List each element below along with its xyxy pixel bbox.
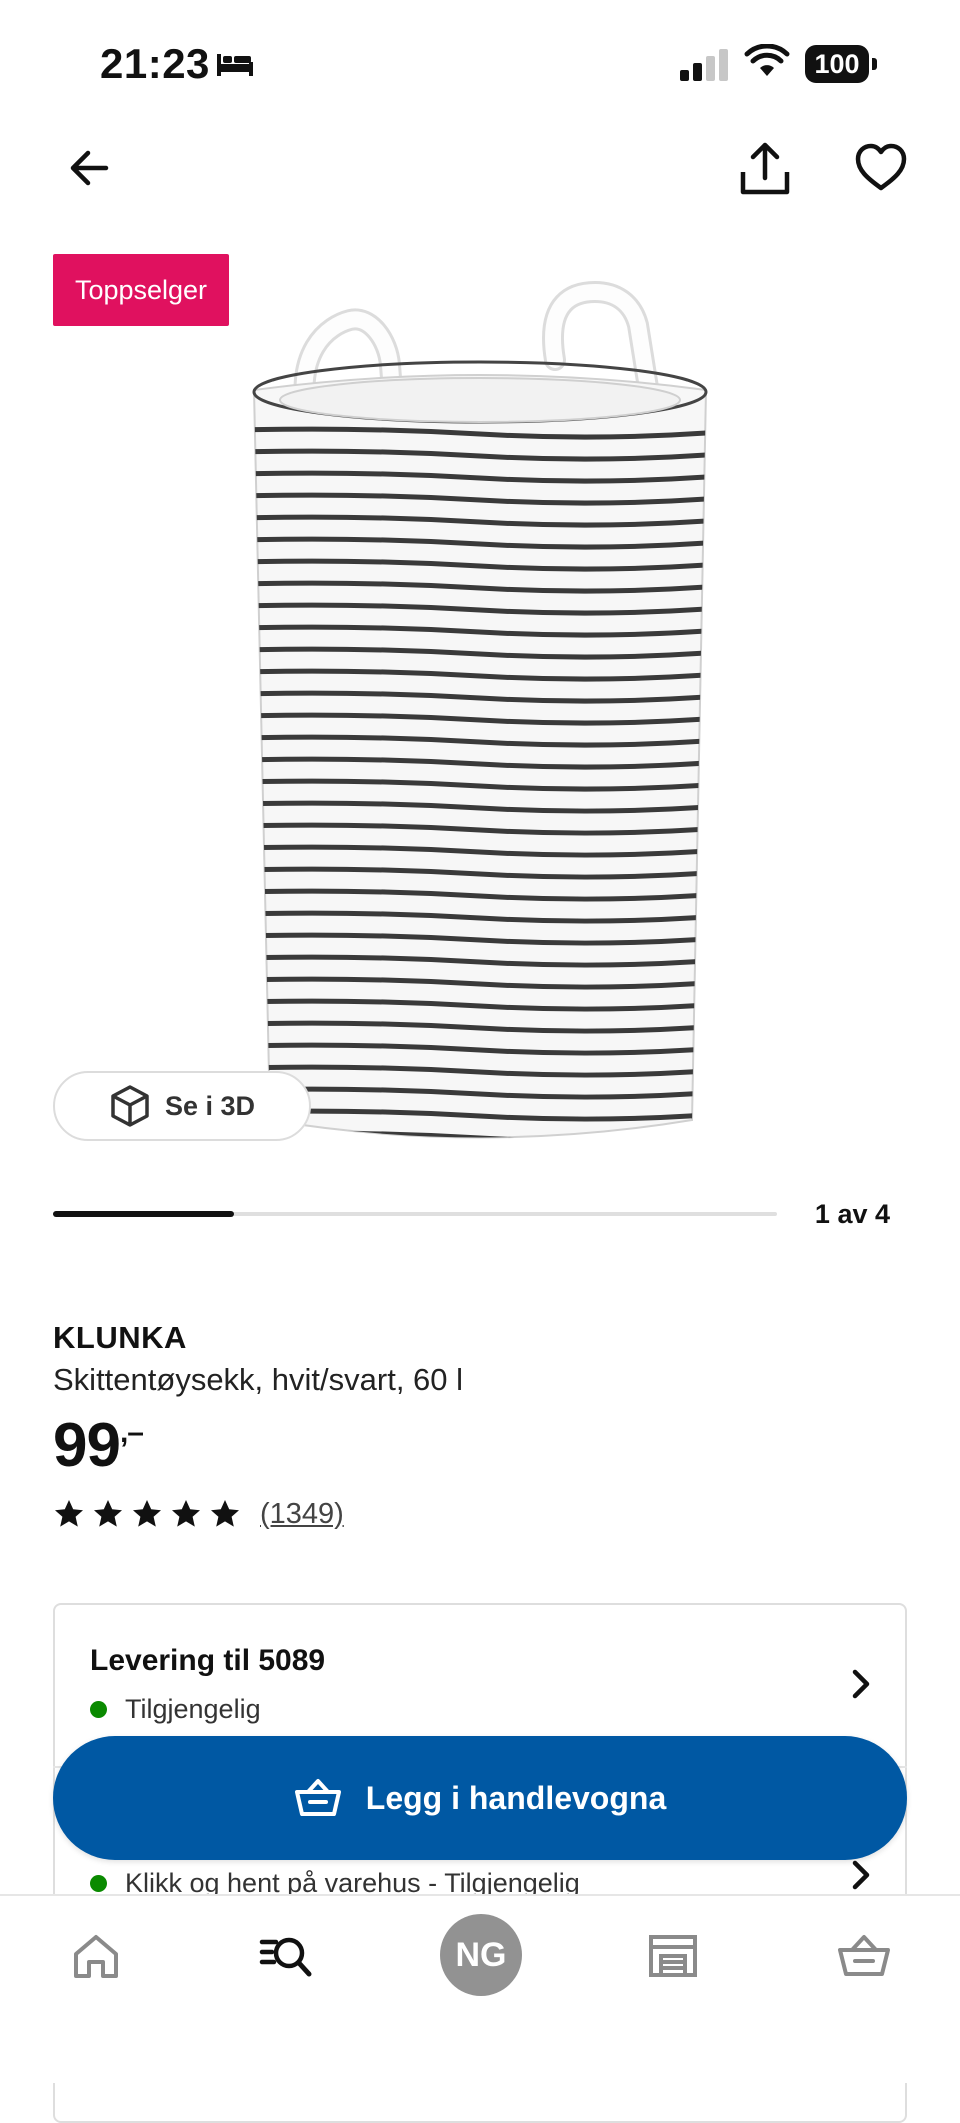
battery-icon: 100	[805, 45, 877, 83]
available-dot-icon	[90, 1875, 107, 1892]
star-icon	[133, 1500, 161, 1527]
chevron-right-icon[interactable]	[848, 1667, 874, 1701]
share-icon[interactable]	[737, 140, 793, 200]
price-suffix: ,–	[119, 1416, 144, 1449]
star-icon	[211, 1500, 239, 1527]
view-in-3d-label: Se i 3D	[164, 1090, 256, 1121]
view-in-3d-button[interactable]: Se i 3D	[53, 1071, 311, 1141]
carousel-progress-fill	[53, 1211, 234, 1217]
carousel-progress	[53, 1211, 777, 1217]
avatar[interactable]: NG	[440, 1914, 522, 1996]
back-arrow-icon[interactable]	[62, 140, 118, 196]
delivery-status: Tilgjengelig	[90, 1694, 261, 1725]
status-time: 21:23	[100, 40, 210, 87]
product-name: KLUNKA	[53, 1320, 187, 1355]
star-icon	[94, 1500, 122, 1527]
store-icon[interactable]	[645, 1928, 701, 1984]
top-seller-badge: Toppselger	[53, 254, 229, 326]
home-icon[interactable]	[68, 1928, 124, 1984]
add-to-cart-label: Legg i handlevogna	[365, 1779, 667, 1816]
star-icon	[55, 1500, 83, 1527]
bottom-navigation: NG	[0, 1894, 960, 2083]
basket-icon	[294, 1779, 341, 1816]
chevron-right-icon[interactable]	[848, 1858, 874, 1892]
product-image[interactable]	[240, 280, 720, 1150]
rating[interactable]: (1349)	[53, 1496, 344, 1532]
heart-icon[interactable]	[853, 140, 909, 196]
search-icon[interactable]	[258, 1928, 314, 1984]
product-description: Skittentøysekk, hvit/svart, 60 l	[53, 1362, 464, 1397]
battery-level: 100	[805, 45, 869, 83]
available-dot-icon	[90, 1701, 107, 1718]
carousel-counter: 1 av 4	[814, 1199, 890, 1229]
delivery-title[interactable]: Levering til 5089	[90, 1644, 325, 1678]
cube-3d-icon	[111, 1085, 149, 1127]
delivery-status-text: Tilgjengelig	[125, 1694, 261, 1724]
review-count-link[interactable]: (1349)	[260, 1498, 344, 1531]
basket-icon[interactable]	[836, 1928, 892, 1984]
wifi-icon	[744, 44, 790, 76]
price-value: 99	[53, 1411, 121, 1480]
cellular-signal-icon	[680, 49, 728, 81]
product-price: 99,–	[53, 1410, 144, 1481]
add-to-cart-button[interactable]: Legg i handlevogna	[53, 1736, 907, 1860]
star-icon	[172, 1500, 200, 1527]
sleep-focus-icon	[217, 54, 253, 76]
